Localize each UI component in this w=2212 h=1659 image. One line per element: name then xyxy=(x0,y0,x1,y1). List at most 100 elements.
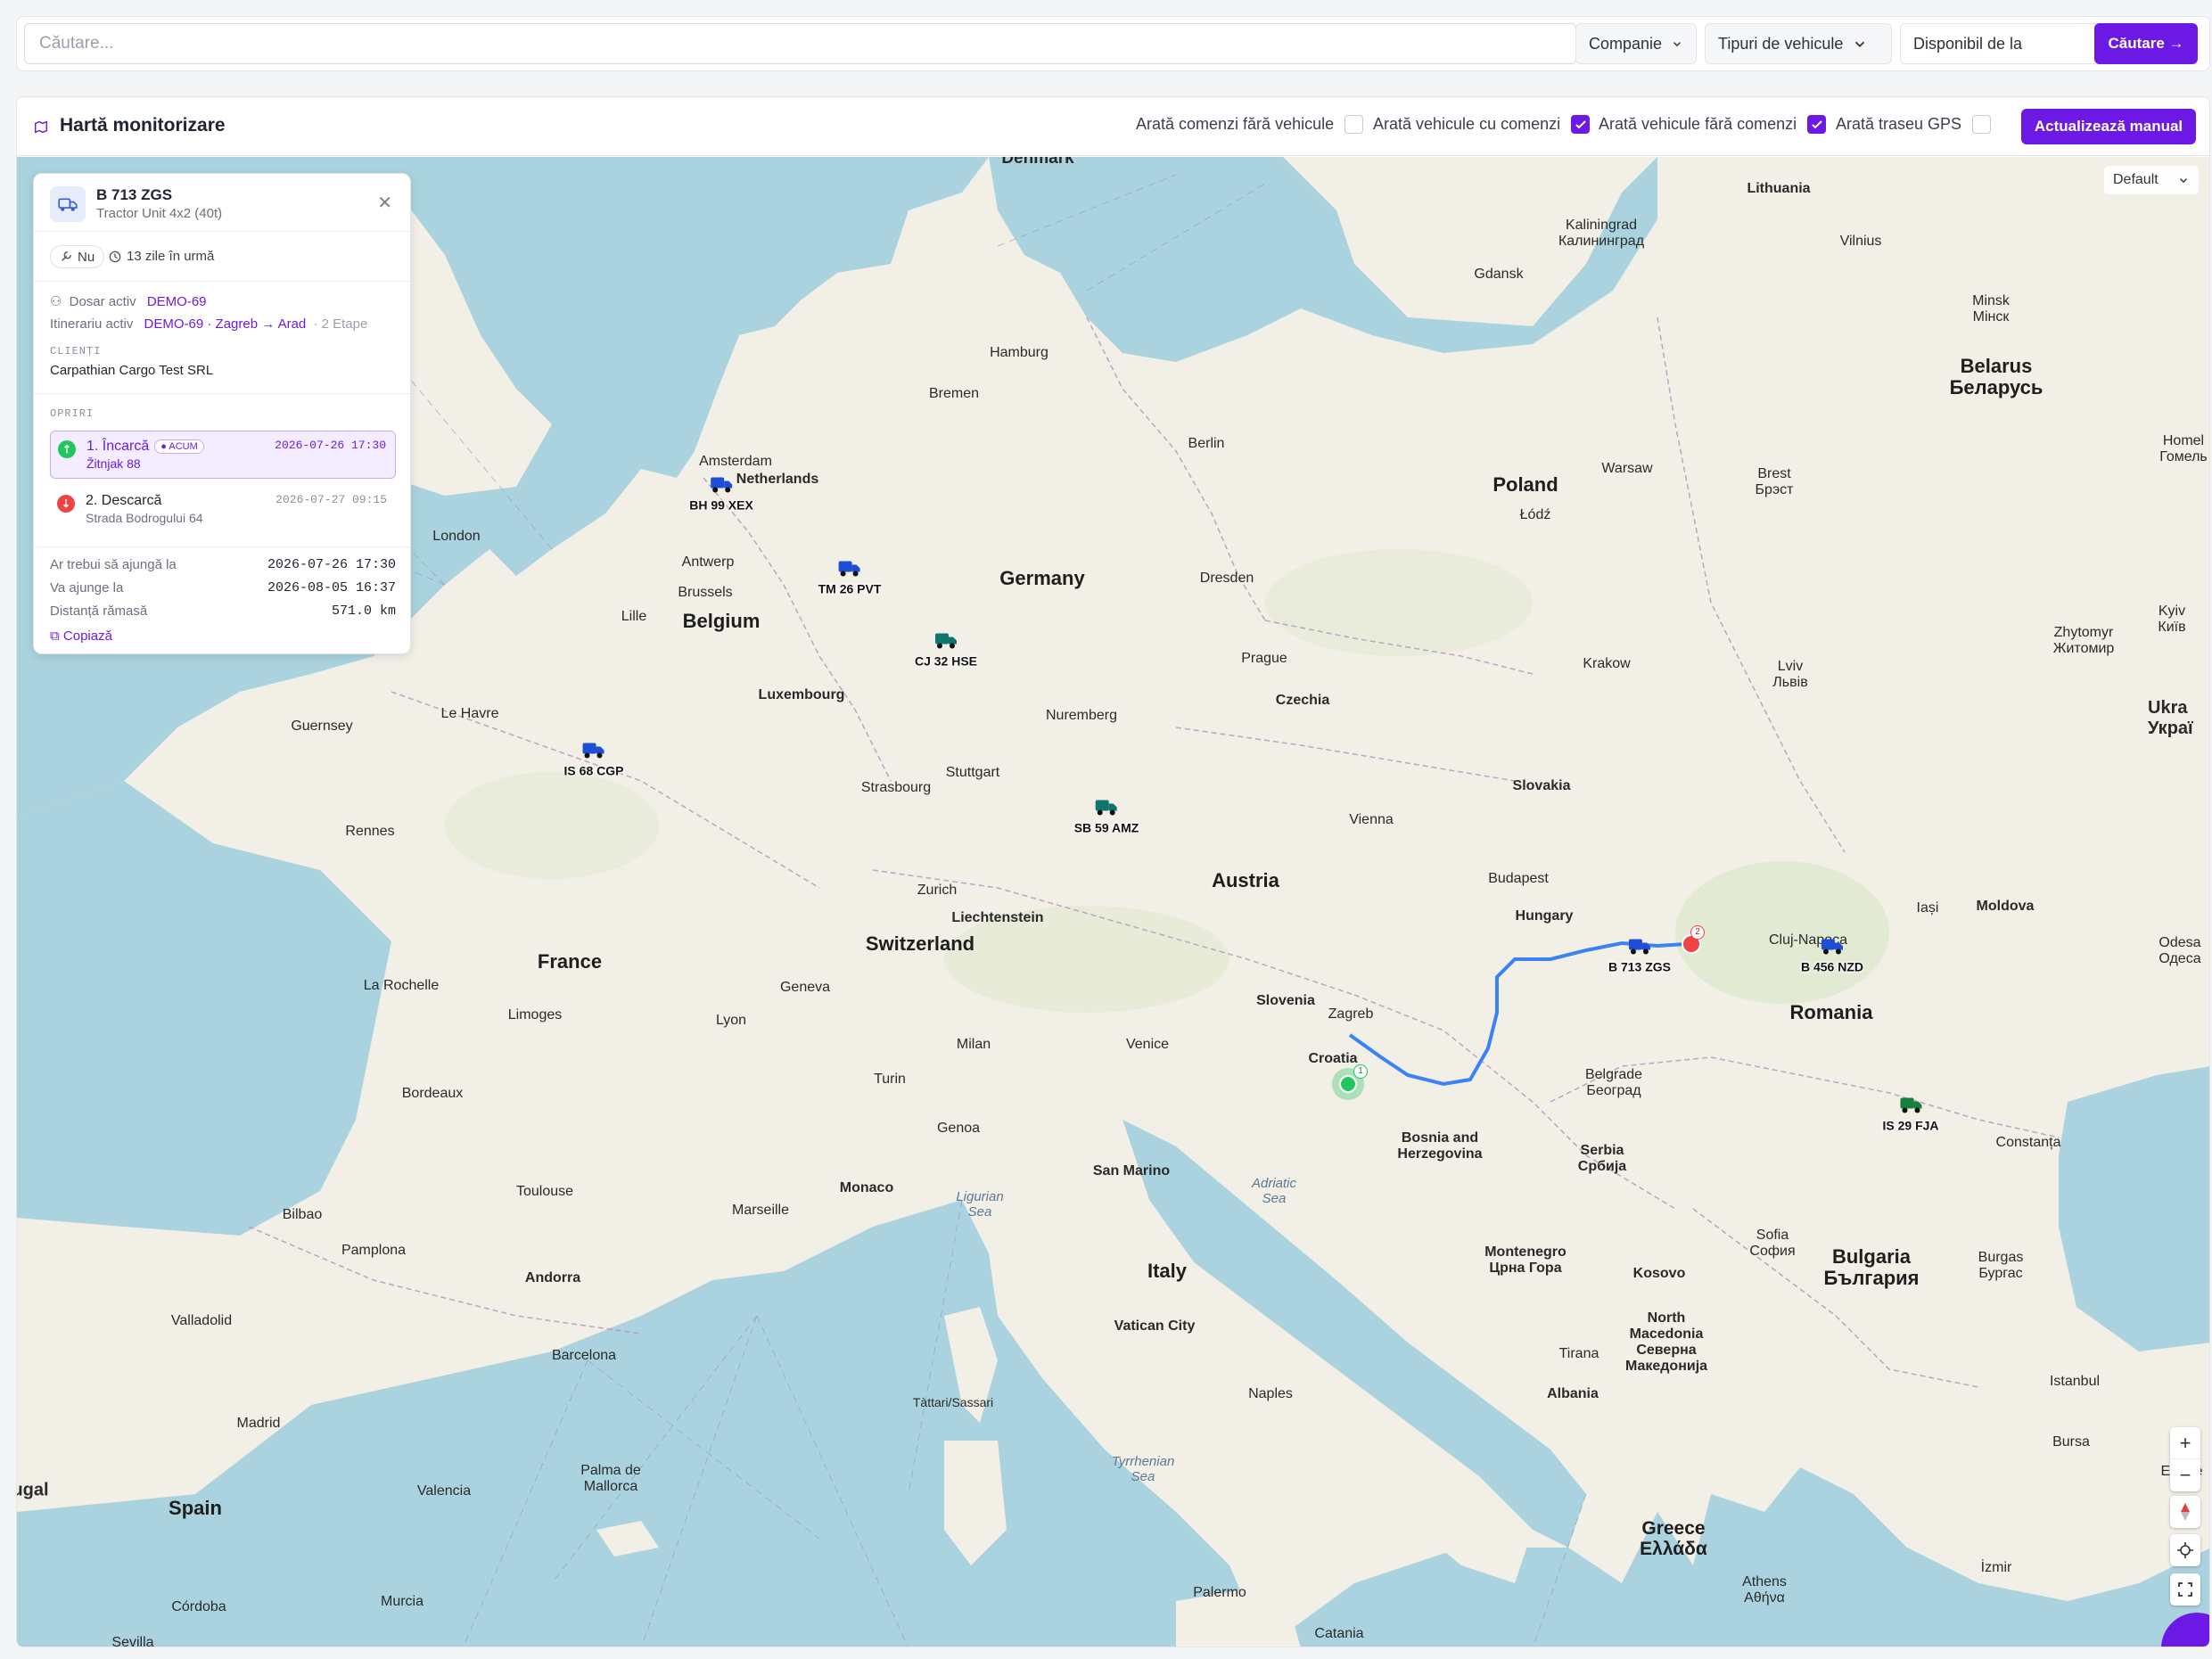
toggle-vehicles-with-orders[interactable]: Arată vehicule cu comenzi xyxy=(1373,115,1591,134)
map-label-sea: Ligurian Sea xyxy=(956,1189,1004,1220)
stop-item-unload[interactable]: ⇣ 2. Descarcă Strada Bodrogului 64 2026-… xyxy=(50,486,396,534)
map-label-city: Dresden xyxy=(1199,571,1254,586)
divider xyxy=(34,393,410,394)
map-label-city: Istanbul xyxy=(2049,1374,2101,1389)
map-label-city: Zurich xyxy=(917,883,958,898)
search-input[interactable] xyxy=(24,23,1576,64)
zoom-out-button[interactable]: − xyxy=(2170,1459,2200,1491)
available-from-field[interactable]: Disponibil de la xyxy=(1900,23,2107,64)
stop-number-2: 2 xyxy=(1690,925,1705,940)
map-label-city: Łódź xyxy=(1519,507,1551,522)
route-start-marker[interactable]: 1 xyxy=(1332,1064,1368,1100)
search-button[interactable]: Căutare → xyxy=(2094,23,2198,64)
company-dropdown-label: Companie xyxy=(1589,34,1663,53)
map-label-city: Homel Гомель xyxy=(2159,433,2208,464)
map-label-country: Monaco xyxy=(839,1180,894,1195)
map-label-country: Italy xyxy=(1147,1259,1188,1282)
truck-icon xyxy=(582,743,604,759)
vehicle-plate: IS 68 CGP xyxy=(563,763,624,778)
map-label-city: Tirana xyxy=(1558,1346,1599,1361)
vehicle-marker[interactable]: BH 99 XEX xyxy=(689,474,753,513)
check-icon xyxy=(1811,119,1822,128)
map-label-city: Genoa xyxy=(936,1121,981,1136)
close-icon[interactable]: ✕ xyxy=(377,192,392,214)
map-label-city: Palma de Mallorca xyxy=(580,1463,641,1494)
compass-button[interactable] xyxy=(2170,1496,2200,1528)
clients-section-label: CLIENȚI xyxy=(50,345,102,357)
map-canvas[interactable]: Default Germany Poland France Belgium Ne… xyxy=(17,157,2209,1647)
will-arrive-label: Va ajunge la xyxy=(50,580,124,595)
map-label-city: Naples xyxy=(1248,1386,1293,1401)
itinerary-link[interactable]: DEMO-69 · Zagreb → Arad xyxy=(144,316,307,332)
truck-icon xyxy=(1821,939,1843,955)
vehicle-marker[interactable]: IS 68 CGP xyxy=(563,740,624,778)
map-label-city: Sofia София xyxy=(1749,1228,1796,1259)
map-label-city: Odesa Одеса xyxy=(2159,935,2201,966)
checkbox-checked[interactable] xyxy=(1807,115,1827,134)
vehicle-marker[interactable]: B 456 NZD xyxy=(1801,936,1863,974)
map-label-city: Belgrade Београд xyxy=(1584,1067,1643,1098)
vehicle-marker[interactable]: CJ 32 HSE xyxy=(915,630,977,669)
route-end-marker[interactable]: 2 xyxy=(1682,925,1705,954)
toggle-orders-without-vehicles[interactable]: Arată comenzi fără vehicule xyxy=(1136,115,1364,134)
vehicle-marker[interactable]: IS 29 FJA xyxy=(1882,1095,1939,1133)
copy-button[interactable]: ⧉ Copiază xyxy=(50,628,112,644)
stop-name-text: 1. Încarcă xyxy=(86,439,150,454)
zoom-in-button[interactable]: + xyxy=(2170,1427,2200,1459)
truck-icon xyxy=(1900,1097,1921,1113)
copy-label: Copiază xyxy=(62,628,112,644)
crosshair-icon xyxy=(2177,1542,2193,1558)
checkbox-unchecked[interactable] xyxy=(1344,115,1364,134)
vehicle-info-card: B 713 ZGS Tractor Unit 4x2 (40t) ✕ Nu 13… xyxy=(33,173,411,654)
map-label-city: Zagreb xyxy=(1328,1006,1374,1022)
vehicle-plate: B 456 NZD xyxy=(1800,959,1864,974)
map-label-city: Brussels xyxy=(678,585,733,600)
vehicle-type: Tractor Unit 4x2 (40t) xyxy=(96,206,223,221)
map-label-country: Kosovo xyxy=(1632,1266,1686,1281)
map-label-city: Prague xyxy=(1241,651,1287,666)
locate-button[interactable] xyxy=(2170,1534,2200,1566)
panel-title: Hartă monitorizare xyxy=(60,115,226,136)
vehicle-types-dropdown[interactable]: Tipuri de vehicule xyxy=(1705,23,1892,64)
map-label-city: Hamburg xyxy=(990,345,1048,360)
truck-icon xyxy=(711,477,732,493)
map-style-select[interactable]: Default xyxy=(2104,166,2199,194)
active-file-link[interactable]: DEMO-69 xyxy=(147,294,207,309)
fullscreen-button[interactable] xyxy=(2170,1573,2200,1606)
toggle-gps-route[interactable]: Arată traseu GPS xyxy=(1836,115,1992,134)
map-label-country: Czechia xyxy=(1275,693,1330,708)
truck-icon xyxy=(1095,800,1117,816)
company-dropdown[interactable]: Companie xyxy=(1575,23,1697,64)
map-label-city: Barcelona xyxy=(551,1348,617,1363)
vehicle-marker-selected[interactable]: B 713 ZGS xyxy=(1608,936,1671,974)
map-label-country: Romania xyxy=(1789,1000,1873,1023)
locate-control xyxy=(2170,1534,2200,1566)
vehicle-plate: IS 29 FJA xyxy=(1882,1118,1939,1133)
divider xyxy=(34,231,410,232)
vehicle-marker[interactable]: TM 26 PVT xyxy=(818,558,882,596)
will-arrive-value: 2026-08-05 16:37 xyxy=(267,580,396,595)
map-label-city: Budapest xyxy=(1488,871,1549,886)
status-chip-label: Nu xyxy=(78,249,95,265)
clock-icon xyxy=(109,250,121,262)
status-chip: Nu xyxy=(50,245,105,268)
map-label-country: Luxembourg xyxy=(758,687,845,702)
map-label-country: Slovakia xyxy=(1512,778,1571,793)
should-arrive-label: Ar trebui să ajungă la xyxy=(50,557,177,572)
vehicle-marker[interactable]: SB 59 AMZ xyxy=(1074,797,1139,835)
map-label-country: Croatia xyxy=(1308,1051,1358,1066)
map-label-city: Bordeaux xyxy=(401,1086,464,1101)
map-label-city: İzmir xyxy=(1980,1560,2012,1575)
toggle-vehicles-without-orders[interactable]: Arată vehicule fără comenzi xyxy=(1599,115,1827,134)
map-label-city: Valencia xyxy=(416,1483,472,1499)
vehicle-plate: TM 26 PVT xyxy=(818,581,882,596)
toggle-label: Arată traseu GPS xyxy=(1836,115,1962,133)
stop-item-load[interactable]: ⇡ 1. Încarcă ● ACUM Žitnjak 88 2026-07-26… xyxy=(50,431,396,479)
map-label-sea: Tyrrhenian Sea xyxy=(1111,1454,1175,1484)
checkbox-checked[interactable] xyxy=(1571,115,1591,134)
map-label-city: Vilnius xyxy=(1839,234,1882,249)
map-label-city: Lille xyxy=(621,609,647,624)
checkbox-unchecked[interactable] xyxy=(1972,115,1992,134)
map-label-city: Murcia xyxy=(380,1594,424,1609)
manual-update-button[interactable]: Actualizează manual xyxy=(2021,109,2196,144)
